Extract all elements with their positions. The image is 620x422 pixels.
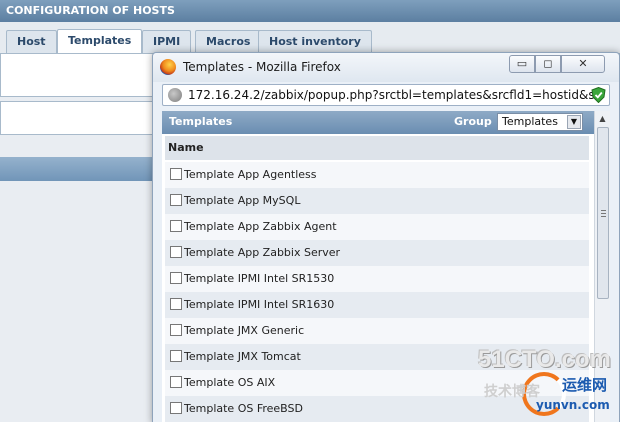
row-checkbox[interactable] <box>170 220 182 232</box>
table-row[interactable]: Template App Zabbix Server <box>165 240 589 266</box>
address-bar[interactable]: 172.16.24.2/zabbix/popup.php?srctbl=temp… <box>162 84 610 106</box>
window-title: Templates - Mozilla Firefox <box>183 60 341 74</box>
templates-title: Templates <box>169 115 233 128</box>
minimize-button[interactable]: ▭ <box>509 55 535 73</box>
globe-icon <box>168 88 182 102</box>
grip-line <box>601 216 606 217</box>
templates-header: Templates Group Templates ▼ <box>162 111 594 134</box>
maximize-button[interactable]: ◻ <box>535 55 561 73</box>
table-row[interactable]: Template App Agentless <box>165 162 589 188</box>
firefox-icon <box>160 59 176 75</box>
tab-ipmi[interactable]: IPMI <box>142 30 192 54</box>
row-checkbox[interactable] <box>170 194 182 206</box>
table-row[interactable]: Template IPMI Intel SR1530 <box>165 266 589 292</box>
host-tabs: Host Templates IPMI Macros Host inventor… <box>0 22 620 55</box>
template-name: Template JMX Generic <box>184 324 305 337</box>
row-checkbox[interactable] <box>170 350 182 362</box>
template-name: Template App Zabbix Agent <box>184 220 337 233</box>
table-row[interactable]: Template OS FreeBSD <box>165 396 589 422</box>
table-row[interactable]: Template JMX Generic <box>165 318 589 344</box>
template-name: Template IPMI Intel SR1630 <box>184 298 335 311</box>
window-titlebar[interactable]: Templates - Mozilla Firefox ▭ ◻ ✕ <box>153 53 619 82</box>
row-checkbox[interactable] <box>170 376 182 388</box>
row-checkbox[interactable] <box>170 272 182 284</box>
close-button[interactable]: ✕ <box>561 55 605 73</box>
table-row[interactable]: Template IPMI Intel SR1630 <box>165 292 589 318</box>
group-selected-value: Templates <box>502 115 558 128</box>
page-header: CONFIGURATION OF HOSTS <box>0 0 620 22</box>
table-row[interactable]: Template JMX Tomcat <box>165 344 589 370</box>
scroll-up-arrow-icon[interactable]: ▲ <box>595 111 610 127</box>
table-row[interactable]: Template OS AIX <box>165 370 589 396</box>
row-checkbox[interactable] <box>170 402 182 414</box>
template-name: Template JMX Tomcat <box>184 350 301 363</box>
grip-line <box>601 213 606 214</box>
chevron-down-icon[interactable]: ▼ <box>567 115 581 129</box>
table-row[interactable]: Template App MySQL <box>165 188 589 214</box>
table-row[interactable]: Template App Zabbix Agent <box>165 214 589 240</box>
row-checkbox[interactable] <box>170 324 182 336</box>
template-name: Template OS FreeBSD <box>184 402 303 415</box>
vertical-scrollbar[interactable]: ▲ <box>594 111 610 422</box>
popup-window: Templates - Mozilla Firefox ▭ ◻ ✕ 172.16… <box>152 52 620 422</box>
row-checkbox[interactable] <box>170 246 182 258</box>
template-name: Template App MySQL <box>184 194 301 207</box>
shield-icon <box>591 87 606 103</box>
template-name: Template App Zabbix Server <box>184 246 341 259</box>
grip-line <box>601 210 606 211</box>
row-checkbox[interactable] <box>170 298 182 310</box>
template-name: Template OS AIX <box>184 376 276 389</box>
template-name: Template IPMI Intel SR1530 <box>184 272 335 285</box>
row-checkbox[interactable] <box>170 168 182 180</box>
popup-content: Templates Group Templates ▼ Name Templat… <box>162 111 610 422</box>
tab-templates[interactable]: Templates <box>57 29 143 55</box>
tab-host[interactable]: Host <box>6 30 57 54</box>
group-select[interactable]: Templates ▼ <box>497 113 583 131</box>
name-column-header[interactable]: Name <box>165 136 589 160</box>
tab-macros[interactable]: Macros <box>195 30 262 54</box>
tab-host-inventory[interactable]: Host inventory <box>258 30 372 54</box>
group-label: Group <box>454 115 492 128</box>
template-name: Template App Agentless <box>184 168 317 181</box>
template-list: Template App Agentless Template App MySQ… <box>165 162 589 422</box>
url-text[interactable]: 172.16.24.2/zabbix/popup.php?srctbl=temp… <box>188 88 595 102</box>
scrollbar-thumb[interactable] <box>597 127 609 299</box>
